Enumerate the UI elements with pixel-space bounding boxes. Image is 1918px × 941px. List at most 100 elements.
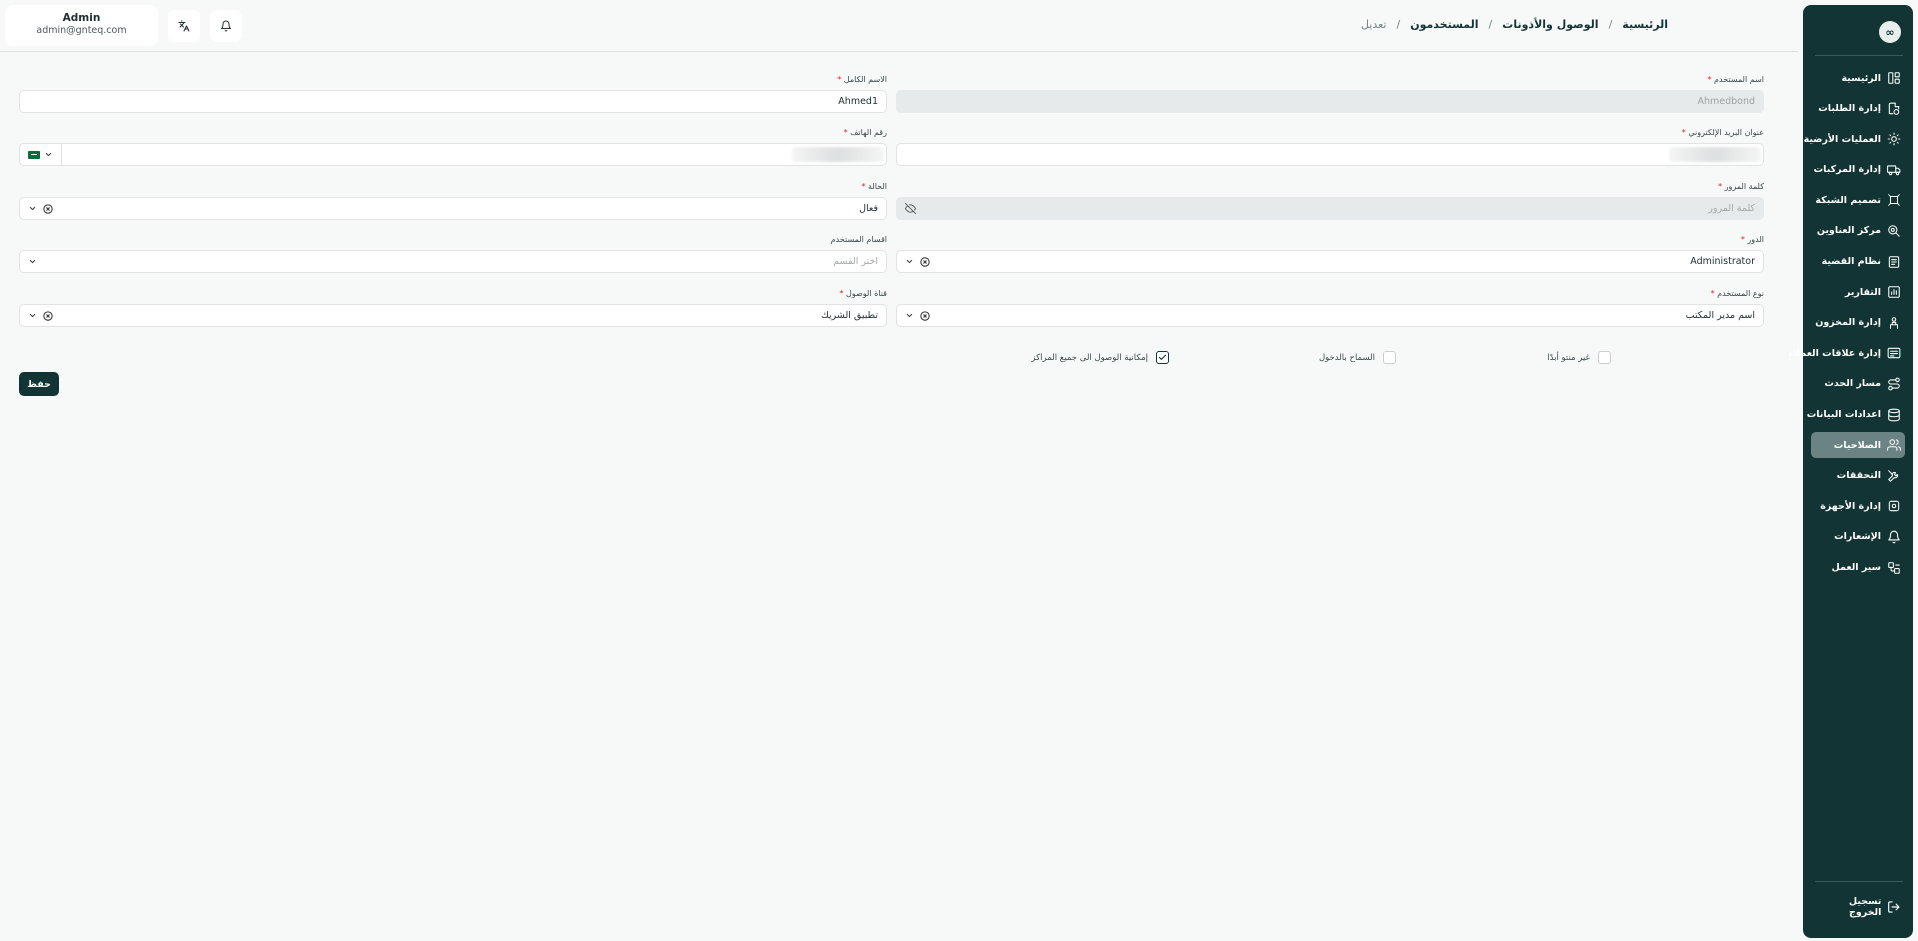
all-centers-option: إمكانية الوصول الى جميع المراكز [1031,351,1169,364]
sidebar-item-device[interactable]: إدارة الأجهزة [1811,493,1905,519]
breadcrumb-home[interactable]: الرئيسية [1622,18,1668,31]
sidebar-item-label: التحققات [1836,470,1881,482]
never-expire-checkbox[interactable] [1598,351,1611,364]
layout-icon [1888,72,1900,84]
sidebar-item-sun-gear[interactable]: العمليات الأرضية [1804,126,1905,152]
all-centers-label: إمكانية الوصول الى جميع المراكز [1031,352,1148,363]
sidebar-item-route[interactable]: مسار الحدث [1811,371,1905,397]
breadcrumb-users[interactable]: المستخدمون [1410,18,1478,31]
sidebar-item-case[interactable]: نظام القضية [1811,249,1905,275]
case-icon [1888,255,1900,268]
role-select[interactable]: Administrator [896,250,1764,273]
sidebar-item-workflow[interactable]: سير العمل [1811,555,1905,581]
translate-icon [178,20,190,32]
users-icon [1887,439,1901,451]
sidebar-item-label: إدارة المركبات [1813,164,1881,176]
eye-off-icon[interactable] [905,203,916,214]
database-icon [1888,408,1900,421]
access-channel-select[interactable]: تطبيق الشريك [19,304,887,327]
save-button[interactable]: حفظ [19,372,59,396]
breadcrumb-current: تعديل [1360,18,1387,31]
departments-select[interactable]: اختر القسم [19,250,887,273]
sidebar-item-label: إدارة الأجهزة [1820,500,1881,512]
sidebar-item-label: الرئيسية [1841,72,1881,84]
password-input[interactable]: كلمة المرور [896,197,1764,220]
chevron-down-icon [906,313,913,318]
network-icon [1888,194,1900,207]
clear-icon[interactable] [920,310,930,321]
email-input[interactable] [896,143,1764,166]
workflow-icon [1888,561,1900,574]
truck-icon [1887,165,1901,175]
sidebar-item-orders[interactable]: إدارة الطلبات [1811,96,1905,122]
saudi-flag-icon [28,150,40,159]
sidebar-item-tools[interactable]: التحققات [1811,463,1905,489]
breadcrumb-separator: / [1608,18,1613,31]
bell-icon [221,20,231,32]
user-name: Admin [62,12,101,24]
phone-input[interactable] [19,143,887,166]
sidebar-item-layout[interactable]: الرئيسية [1811,65,1905,91]
chevron-down-icon [45,152,52,157]
status-select[interactable]: فعال [19,197,887,220]
sidebar: ∞ الرئيسية إدارة الطلبات العمليات الأرضية إ… [1788,5,1913,938]
chevron-down-icon [906,259,913,264]
logout-button[interactable]: تسجيل الخروج [1811,894,1905,920]
sidebar-item-label: نظام القضية [1821,256,1881,268]
clear-icon[interactable] [920,256,930,267]
sidebar-item-users[interactable]: الصلاحيات [1811,432,1905,459]
access-channel-field: قناة الوصول * تطبيق الشريك [19,289,887,327]
sidebar-item-label: إدارة المخزون [1815,317,1881,329]
password-label: كلمة المرور * [1718,182,1764,191]
user-type-select[interactable]: اسم مدير المكتب [896,304,1764,327]
user-type-label: نوع المستخدم * [1710,289,1764,298]
full-name-input[interactable]: Ahmed1 [19,90,887,113]
chart-icon [1888,286,1900,298]
sidebar-item-warehouse[interactable]: إدارة المخزون [1811,310,1905,336]
redacted-value [1669,147,1761,162]
allow-login-checkbox[interactable] [1383,351,1396,364]
user-profile-card[interactable]: Admin admin@gnteq.com [5,5,158,46]
app-logo[interactable]: ∞ [1879,21,1901,43]
email-label: عنوان البريد الإلكتروني * [1681,128,1764,137]
never-expire-option: غير منتو أبدًا [1547,351,1611,364]
role-label: الدور * [1740,235,1764,244]
sidebar-item-network[interactable]: تصميم الشبكة [1811,187,1905,213]
phone-field: رقم الهاتف * [19,128,887,166]
clear-icon[interactable] [43,310,53,321]
status-field: الحالة * فعال [19,182,887,220]
all-centers-checkbox[interactable] [1156,351,1169,364]
sidebar-item-map-pin[interactable]: مركز العناوين [1811,218,1905,244]
clear-icon[interactable] [43,203,53,214]
sidebar-divider [1815,55,1903,56]
country-code-select[interactable] [20,144,62,165]
full-name-label: الاسم الكامل * [837,75,887,84]
chevron-down-icon [29,313,36,318]
notifications-button[interactable] [210,10,242,42]
sidebar-item-bell[interactable]: الإشعارات [1811,524,1905,550]
sidebar-item-label: إدارة الطلبات [1818,103,1881,115]
departments-label: اقسام المستخدم [830,235,887,244]
sidebar-item-database[interactable]: اعدادات البيانات [1807,402,1905,428]
sidebar-item-chart[interactable]: التقارير [1811,279,1905,305]
username-input[interactable]: Ahmedbond [896,90,1764,113]
check-icon [1158,354,1167,360]
access-channel-label: قناة الوصول * [839,289,888,298]
sun-gear-icon [1887,132,1901,146]
breadcrumb: الرئيسية / الوصول والأذونات / المستخدمون… [1361,18,1668,31]
full-name-field: الاسم الكامل * Ahmed1 [19,75,887,113]
sidebar-nav: الرئيسية إدارة الطلبات العمليات الأرضية إدا… [1788,65,1913,585]
email-field: عنوان البريد الإلكتروني * [896,128,1764,166]
sidebar-item-truck[interactable]: إدارة المركبات [1811,157,1905,183]
password-field: كلمة المرور * كلمة المرور [896,182,1764,220]
chevron-down-icon [29,259,36,264]
breadcrumb-separator: / [1488,18,1493,31]
sidebar-item-label: الصلاحيات [1833,439,1881,451]
allow-login-option: السماح بالدخول [1319,351,1396,364]
bell-icon [1888,530,1900,544]
breadcrumb-access[interactable]: الوصول والأذونات [1502,18,1598,31]
sidebar-item-crm[interactable]: إدارة علاقات العملاء [1788,340,1905,366]
translate-button[interactable] [168,10,200,42]
redacted-value [792,147,884,162]
tools-icon [1888,469,1899,482]
